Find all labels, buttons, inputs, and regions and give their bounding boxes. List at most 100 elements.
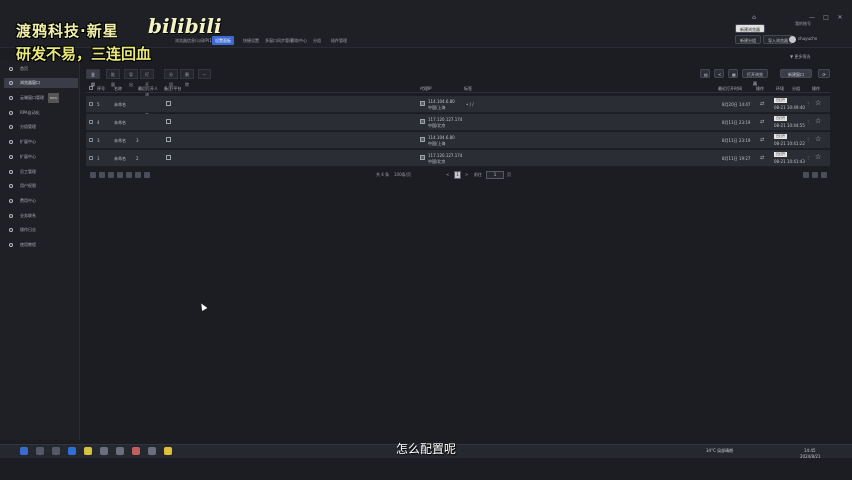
sidebar-item-contact[interactable]: 业务联系 bbox=[4, 211, 78, 221]
row-more-icon[interactable]: ⋮ bbox=[806, 155, 810, 160]
row-checkbox[interactable] bbox=[89, 102, 93, 106]
columns-icon[interactable] bbox=[821, 172, 827, 178]
batch-share-icon[interactable] bbox=[126, 172, 132, 178]
collapse-icon[interactable]: < bbox=[714, 69, 724, 78]
col-tag[interactable]: 标签 bbox=[464, 86, 472, 92]
watermark-line2: 研发不易，三连回血 bbox=[16, 45, 152, 63]
tab-batch[interactable]: 批量 bbox=[106, 69, 120, 87]
tab-group-filter[interactable]: 分组 bbox=[164, 69, 178, 87]
batch-delete-icon[interactable] bbox=[135, 172, 141, 178]
col-recent-time[interactable]: 最近打开时间 bbox=[718, 86, 742, 92]
sidebar-item-extensions-2[interactable]: 扩展中心 bbox=[4, 152, 78, 162]
col-name[interactable]: 名称 bbox=[114, 86, 122, 92]
sidebar-item-billing[interactable]: 费用中心 bbox=[4, 196, 78, 206]
batch-export-icon[interactable] bbox=[117, 172, 123, 178]
more-icon[interactable]: ⌐ bbox=[198, 69, 212, 79]
tab-help-center[interactable]: 帮助中心 bbox=[288, 36, 310, 45]
batch-close-icon[interactable] bbox=[99, 172, 105, 178]
sidebar-item-staff[interactable]: 员工管理 bbox=[4, 167, 78, 177]
edit-icon[interactable] bbox=[166, 119, 171, 124]
status-badge[interactable]: 已打开 bbox=[774, 116, 787, 121]
star-icon[interactable]: ☆ bbox=[815, 99, 821, 107]
pin-icon[interactable]: ⌂ bbox=[750, 14, 758, 22]
sidebar-item-logs[interactable]: 操作日志 bbox=[4, 225, 78, 235]
minimize-button[interactable]: — bbox=[808, 14, 816, 22]
maximize-button[interactable]: □ bbox=[822, 14, 830, 22]
batch-more-icon[interactable] bbox=[144, 172, 150, 178]
row-seq: 5 bbox=[97, 102, 100, 107]
star-icon[interactable]: ☆ bbox=[815, 153, 821, 161]
per-page-select[interactable]: 100条/页 bbox=[394, 171, 411, 179]
env-icon[interactable]: ⇄ bbox=[760, 119, 764, 125]
select-all-checkbox[interactable] bbox=[89, 86, 93, 90]
status-badge[interactable]: 已打开 bbox=[774, 98, 787, 103]
col-remark[interactable]: 备注/平台 bbox=[164, 86, 181, 92]
more-filters[interactable]: ▼ 更多筛选 bbox=[790, 54, 810, 60]
goto-input[interactable]: 1 bbox=[486, 171, 504, 179]
edit-icon[interactable] bbox=[166, 101, 171, 106]
page-1[interactable]: 1 bbox=[454, 171, 461, 179]
sidebar-item-groups[interactable]: 分组管理 bbox=[4, 122, 78, 132]
tab-group[interactable]: 分组 bbox=[310, 36, 324, 45]
sidebar-item-rpa[interactable]: RPA自动化 bbox=[4, 108, 78, 118]
close-button[interactable]: ✕ bbox=[836, 14, 844, 22]
scroll-left-icon[interactable] bbox=[803, 172, 809, 178]
username[interactable]: shuyuchn bbox=[798, 36, 817, 41]
env-icon[interactable]: ⇄ bbox=[760, 137, 764, 143]
new-badge: NEW bbox=[48, 93, 60, 103]
col-operate[interactable]: 操作 bbox=[812, 86, 820, 92]
env-icon[interactable]: ⇄ bbox=[760, 155, 764, 161]
sidebar-item-extensions[interactable]: 扩展中心 bbox=[4, 137, 78, 147]
settings-icon[interactable] bbox=[812, 172, 818, 178]
sidebar-item-tutorial[interactable]: 使用教程 bbox=[4, 240, 78, 250]
row-more-icon[interactable]: ⋮ bbox=[806, 119, 810, 124]
tab-plugin[interactable]: 插件管理 bbox=[328, 36, 350, 45]
row-time: 8月11日 23:19 bbox=[722, 138, 751, 143]
next-page[interactable]: > bbox=[465, 171, 468, 179]
tab-export[interactable]: 导出 bbox=[124, 69, 138, 87]
table-row[interactable]: 1 未命名 2 117.120.127.174 中国/北京 8月11日 19:2… bbox=[86, 150, 830, 167]
sidebar-item-home[interactable]: 首页 bbox=[4, 64, 78, 74]
grid-view-icon[interactable]: ▦ bbox=[728, 69, 738, 78]
avatar[interactable] bbox=[789, 36, 796, 43]
edit-icon[interactable] bbox=[166, 137, 171, 142]
row-checkbox[interactable] bbox=[89, 120, 93, 124]
list-view-icon[interactable]: ▤ bbox=[700, 69, 710, 78]
sidebar-item-cloud-windows[interactable]: 云端窗口管理 NEW bbox=[4, 93, 78, 103]
prev-page[interactable]: < bbox=[446, 171, 449, 179]
col-proxy-ip[interactable]: 代理IP bbox=[420, 86, 432, 92]
table-row[interactable]: 3 未命名 3 114.104.6.80 中国/上海 8月11日 23:19 ⇄… bbox=[86, 132, 830, 149]
col-env[interactable]: 环境 bbox=[776, 86, 784, 92]
new-group-button[interactable]: 新建分组 bbox=[735, 35, 761, 44]
star-icon[interactable]: ☆ bbox=[815, 117, 821, 125]
refresh-icon[interactable]: ⟳ bbox=[818, 69, 830, 78]
row-name: 未命名 bbox=[114, 156, 126, 161]
batch-move-icon[interactable] bbox=[108, 172, 114, 178]
new-browser-button[interactable]: 新建浏览器 bbox=[735, 24, 765, 33]
sidebar-item-browser-windows[interactable]: 浏览器窗口 bbox=[4, 78, 78, 88]
tab-all[interactable]: 全部 bbox=[86, 69, 100, 87]
star-icon[interactable]: ☆ bbox=[815, 135, 821, 143]
env-icon[interactable]: ⇄ bbox=[760, 101, 764, 107]
status-badge[interactable]: 已打开 bbox=[774, 152, 787, 157]
col-last-opener[interactable]: 最后打开人 bbox=[138, 86, 158, 92]
tab-open-browser[interactable]: 打开浏览器 bbox=[140, 69, 154, 117]
col-group[interactable]: 分组 bbox=[792, 86, 800, 92]
row-more-icon[interactable]: ⋮ bbox=[806, 137, 810, 142]
new-window-button[interactable]: 新建窗口 bbox=[780, 69, 812, 78]
tab-quick-settings[interactable]: 快捷设置 bbox=[240, 36, 262, 45]
sidebar-item-permissions[interactable]: 用户权限 bbox=[4, 181, 78, 191]
tab-delete[interactable]: 删除 bbox=[180, 69, 194, 87]
batch-open-icon[interactable] bbox=[90, 172, 96, 178]
status-badge[interactable]: 已打开 bbox=[774, 134, 787, 139]
row-checkbox[interactable] bbox=[89, 138, 93, 142]
edit-icon[interactable] bbox=[166, 155, 171, 160]
table-row[interactable]: 5 未命名 114.104.6.80 中国/上海 • / / 8月20日 14:… bbox=[86, 96, 830, 113]
row-more-icon[interactable]: ⋮ bbox=[806, 101, 810, 106]
open-browser-button[interactable]: 打开浏览器 bbox=[742, 69, 768, 86]
col-action[interactable]: 操作 bbox=[756, 86, 764, 92]
mouse-cursor bbox=[198, 301, 208, 312]
table-row[interactable]: 4 未命名 117.120.127.174 中国/北京 8月11日 23:19 … bbox=[86, 114, 830, 131]
row-checkbox[interactable] bbox=[89, 156, 93, 160]
col-seq[interactable]: 序号 bbox=[97, 86, 105, 92]
